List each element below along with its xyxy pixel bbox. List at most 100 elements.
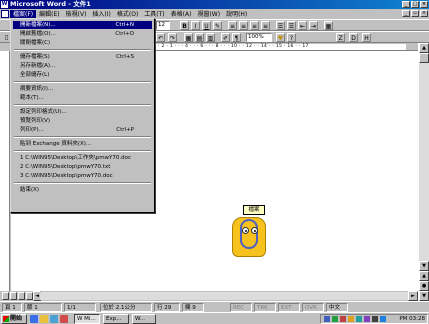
- vertical-scrollbar[interactable]: ▲ ▼ ▲ ● ▼: [418, 43, 429, 301]
- status-rec[interactable]: REC: [230, 303, 252, 312]
- menu-print-preview[interactable]: 預覽列印(V): [13, 117, 152, 125]
- horizontal-scrollbar[interactable]: ◄ ►: [0, 291, 418, 301]
- outlook-express-icon[interactable]: [40, 315, 48, 323]
- numbering-button[interactable]: ☰: [276, 21, 285, 30]
- toolbar-h-button[interactable]: H: [362, 33, 371, 42]
- justify-button[interactable]: ≡: [261, 21, 270, 30]
- align-left-button[interactable]: ≡: [228, 21, 237, 30]
- increase-indent-button[interactable]: ⇥: [309, 21, 318, 30]
- align-center-button[interactable]: ≡: [239, 21, 248, 30]
- start-button[interactable]: 開始: [1, 314, 27, 324]
- bullets-button[interactable]: ☰: [287, 21, 296, 30]
- menu-properties-label: 摘要資訊(I)...: [20, 86, 54, 92]
- scroll-right-button[interactable]: ►: [408, 291, 418, 301]
- horizontal-scroll-track[interactable]: [40, 292, 418, 300]
- font-size-box[interactable]: 12: [156, 21, 170, 30]
- document-window-controls: _ ▫ ×: [402, 10, 428, 17]
- menu-separator: [14, 182, 151, 184]
- highlight-button[interactable]: ✎: [213, 21, 222, 30]
- menu-print[interactable]: 列印(P)... Ctrl+P: [13, 126, 152, 134]
- online-layout-button[interactable]: [10, 292, 17, 300]
- underline-button[interactable]: U: [202, 21, 211, 30]
- scroll-down-button[interactable]: ▼: [419, 261, 429, 271]
- menu-page-setup[interactable]: 設定列印格式(U)...: [13, 108, 152, 116]
- menu-new-label: 開新檔案(N)...: [20, 22, 56, 28]
- italic-button[interactable]: I: [191, 21, 200, 30]
- tray-icon-3[interactable]: [340, 316, 346, 322]
- assistant-right-eye: [251, 227, 258, 234]
- menu-properties[interactable]: 摘要資訊(I)...: [13, 85, 152, 93]
- normal-view-button[interactable]: [2, 292, 9, 300]
- status-ovr[interactable]: OVR: [302, 303, 324, 312]
- status-trk[interactable]: TRK: [254, 303, 276, 312]
- menu-save-all[interactable]: 全部儲存(L): [13, 71, 152, 79]
- menu-table[interactable]: 表格(A): [168, 10, 195, 19]
- undo-button[interactable]: ↶: [156, 33, 165, 42]
- menu-close[interactable]: 關閉檔案(C): [13, 39, 152, 47]
- menu-templates-label: 範本(T)...: [20, 95, 44, 101]
- office-assistant-button[interactable]: ♥: [276, 33, 285, 42]
- show-desktop-icon[interactable]: [50, 315, 58, 323]
- menu-save-as[interactable]: 另存新檔(A)...: [13, 62, 152, 70]
- outline-view-button[interactable]: [26, 292, 33, 300]
- borders-button[interactable]: ▦: [324, 21, 333, 30]
- menu-window[interactable]: 視窗(W): [194, 10, 223, 19]
- select-browse-object-button[interactable]: ●: [419, 281, 429, 291]
- zoom-box[interactable]: 100%: [246, 33, 272, 42]
- redo-button[interactable]: ↷: [168, 33, 177, 42]
- page-layout-button[interactable]: [18, 292, 25, 300]
- previous-page-button[interactable]: ▲: [419, 271, 429, 281]
- menu-recent-file-2[interactable]: 2 C:\WIN95\Desktop\pmwY70.txt: [13, 163, 152, 171]
- columns-button[interactable]: ▥: [206, 33, 215, 42]
- status-ext[interactable]: EXT: [278, 303, 300, 312]
- menu-recent-file-3[interactable]: 3 C:\WIN95\Desktop\pmwY70.doc: [13, 172, 152, 180]
- menu-help[interactable]: 說明(H): [223, 10, 250, 19]
- task-other[interactable]: W...: [132, 314, 156, 324]
- minimize-button[interactable]: _: [402, 1, 410, 8]
- doc-restore-button[interactable]: ▫: [411, 10, 419, 17]
- volume-icon[interactable]: [372, 316, 378, 322]
- task-word[interactable]: W Mi...: [74, 314, 100, 324]
- task-explorer[interactable]: Exp...: [103, 314, 129, 324]
- bold-button[interactable]: B: [180, 21, 189, 30]
- next-page-button[interactable]: ▼: [419, 291, 429, 301]
- decrease-indent-button[interactable]: ⇤: [298, 21, 307, 30]
- scroll-thumb[interactable]: [419, 53, 429, 63]
- tray-icon-1[interactable]: [324, 316, 330, 322]
- show-hide-button[interactable]: ¶: [232, 33, 241, 42]
- office-assistant[interactable]: 檔案: [228, 205, 270, 260]
- document-icon[interactable]: [1, 10, 9, 18]
- doc-close-button[interactable]: ×: [420, 10, 428, 17]
- insert-table-button[interactable]: ▦: [184, 33, 193, 42]
- menu-send-to-exchange[interactable]: 貼到 Exchange 資料夾(X)...: [13, 140, 152, 148]
- menu-save[interactable]: 儲存檔案(S) Ctrl+S: [13, 53, 152, 61]
- quick-launch-icon[interactable]: [60, 315, 68, 323]
- scroll-up-button[interactable]: ▲: [419, 43, 429, 53]
- toolbar-z-button[interactable]: Z: [336, 33, 345, 42]
- vertical-ruler[interactable]: [0, 51, 10, 291]
- insert-excel-button[interactable]: ▤: [195, 33, 204, 42]
- internet-explorer-icon[interactable]: [30, 315, 38, 323]
- menu-new[interactable]: 開新檔案(N)... Ctrl+N: [13, 21, 152, 29]
- tray-icon-4[interactable]: [348, 316, 354, 322]
- menu-open[interactable]: 開啟舊檔(O)... Ctrl+O: [13, 30, 152, 38]
- menu-templates[interactable]: 範本(T)...: [13, 94, 152, 102]
- menu-recent-file-1[interactable]: 1 C:\WIN95\Desktop\工作夾\pmwY70.doc: [13, 154, 152, 162]
- tray-icon-2[interactable]: [332, 316, 338, 322]
- word-app-icon[interactable]: W: [1, 1, 8, 8]
- close-button[interactable]: ×: [420, 1, 428, 8]
- toolbar-d-button[interactable]: D: [349, 33, 358, 42]
- menu-exit[interactable]: 結束(X): [13, 186, 152, 194]
- tray-icon-5[interactable]: [356, 316, 362, 322]
- align-right-button[interactable]: ≡: [250, 21, 259, 30]
- tray-icon-7[interactable]: [380, 316, 386, 322]
- drawing-icon: ✐: [222, 35, 229, 42]
- tray-icon-6[interactable]: [364, 316, 370, 322]
- help-button[interactable]: ?: [287, 33, 296, 42]
- clock[interactable]: PM 03:28: [399, 315, 425, 323]
- menu-separator: [14, 81, 151, 83]
- menu-separator: [14, 104, 151, 106]
- drawing-button[interactable]: ✐: [221, 33, 230, 42]
- maximize-button[interactable]: □: [411, 1, 419, 8]
- doc-minimize-button[interactable]: _: [402, 10, 410, 17]
